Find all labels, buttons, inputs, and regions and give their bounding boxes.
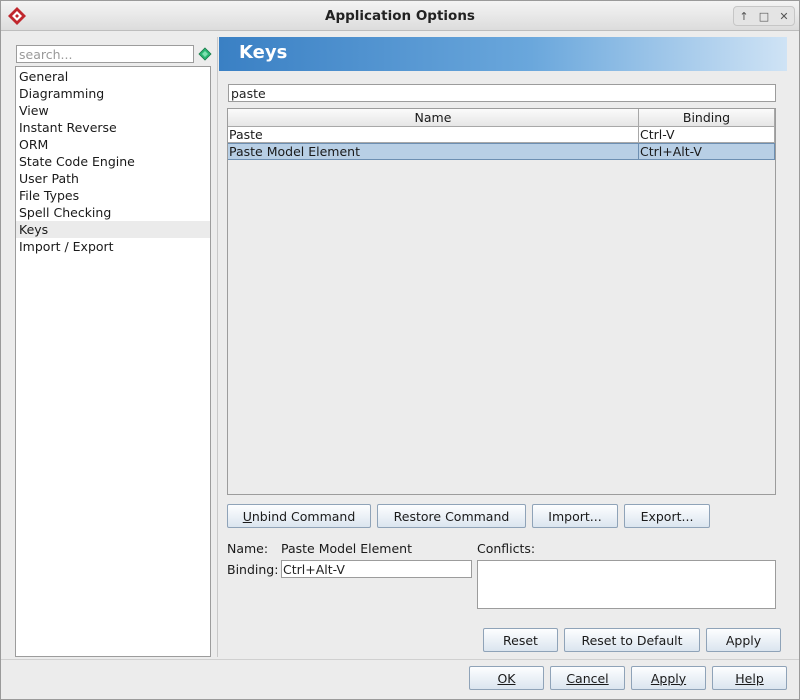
mnemonic-u: U xyxy=(242,508,252,524)
options-sidebar: General Diagramming View Instant Reverse… xyxy=(15,43,213,657)
cancel-label: Cancel xyxy=(566,670,609,686)
row-name-cell: Paste Model Element xyxy=(228,143,639,160)
sidebar-item-diagramming[interactable]: Diagramming xyxy=(16,85,210,102)
sidebar-item-instant-reverse[interactable]: Instant Reverse xyxy=(16,119,210,136)
row-binding-cell: Ctrl-V xyxy=(639,127,775,143)
sidebar-item-user-path[interactable]: User Path xyxy=(16,170,210,187)
maximize-icon[interactable]: □ xyxy=(754,7,774,25)
unbind-command-button[interactable]: Unbind Command xyxy=(227,504,371,528)
sidebar-item-spell-checking[interactable]: Spell Checking xyxy=(16,204,210,221)
ok-label: OK xyxy=(497,670,516,686)
conflicts-list[interactable] xyxy=(477,560,776,609)
apply-keys-button[interactable]: Apply xyxy=(706,628,781,652)
page-title: Keys xyxy=(239,42,288,63)
key-bindings-table: Name Binding Paste Ctrl-V Paste Model El… xyxy=(227,108,776,495)
table-row[interactable]: Paste Ctrl-V xyxy=(228,127,775,143)
binding-field[interactable] xyxy=(281,560,472,578)
unbind-label-rest: nbind Command xyxy=(251,508,356,524)
window-controls: ↑ □ ✕ xyxy=(733,6,795,26)
page-header: Keys xyxy=(219,37,787,71)
export-button[interactable]: Export... xyxy=(624,504,710,528)
apply-button[interactable]: Apply xyxy=(631,666,706,690)
name-label: Name: xyxy=(227,541,269,556)
help-button[interactable]: Help xyxy=(712,666,787,690)
name-value: Paste Model Element xyxy=(281,541,412,556)
sidebar-item-orm[interactable]: ORM xyxy=(16,136,210,153)
sidebar-item-state-code-engine[interactable]: State Code Engine xyxy=(16,153,210,170)
apply-label: Apply xyxy=(650,670,687,686)
cancel-button[interactable]: Cancel xyxy=(550,666,625,690)
help-label: Help xyxy=(735,670,764,686)
table-row-selected[interactable]: Paste Model Element Ctrl+Alt-V xyxy=(228,143,775,160)
ok-button[interactable]: OK xyxy=(469,666,544,690)
reset-button[interactable]: Reset xyxy=(483,628,558,652)
column-header-binding[interactable]: Binding xyxy=(639,109,775,126)
binding-label: Binding: xyxy=(227,562,279,577)
restore-command-button[interactable]: Restore Command xyxy=(377,504,526,528)
conflicts-label: Conflicts: xyxy=(477,541,536,556)
window-title: Application Options xyxy=(325,8,475,24)
sidebar-item-import-export[interactable]: Import / Export xyxy=(16,238,210,255)
row-binding-cell: Ctrl+Alt-V xyxy=(639,143,775,160)
title-bar[interactable]: Application Options ↑ □ ✕ xyxy=(1,1,799,31)
sidebar-item-general[interactable]: General xyxy=(16,68,210,85)
key-filter-input[interactable] xyxy=(228,84,776,102)
sidebar-item-keys[interactable]: Keys xyxy=(16,221,210,238)
table-body: Paste Ctrl-V Paste Model Element Ctrl+Al… xyxy=(228,127,775,160)
application-options-window: Application Options ↑ □ ✕ General Diagra… xyxy=(0,0,800,700)
search-input[interactable] xyxy=(16,45,194,63)
category-list: General Diagramming View Instant Reverse… xyxy=(15,66,211,657)
sidebar-item-view[interactable]: View xyxy=(16,102,210,119)
sidebar-item-file-types[interactable]: File Types xyxy=(16,187,210,204)
close-icon[interactable]: ✕ xyxy=(774,7,794,25)
column-header-name[interactable]: Name xyxy=(228,109,639,126)
help-caret-icon[interactable]: ↑ xyxy=(734,7,754,25)
table-header: Name Binding xyxy=(228,109,775,127)
search-go-icon[interactable] xyxy=(197,45,213,63)
row-name-cell: Paste xyxy=(228,127,639,143)
reset-to-default-button[interactable]: Reset to Default xyxy=(564,628,700,652)
import-button[interactable]: Import... xyxy=(532,504,618,528)
footer-divider xyxy=(1,659,799,660)
sidebar-search xyxy=(15,43,213,65)
